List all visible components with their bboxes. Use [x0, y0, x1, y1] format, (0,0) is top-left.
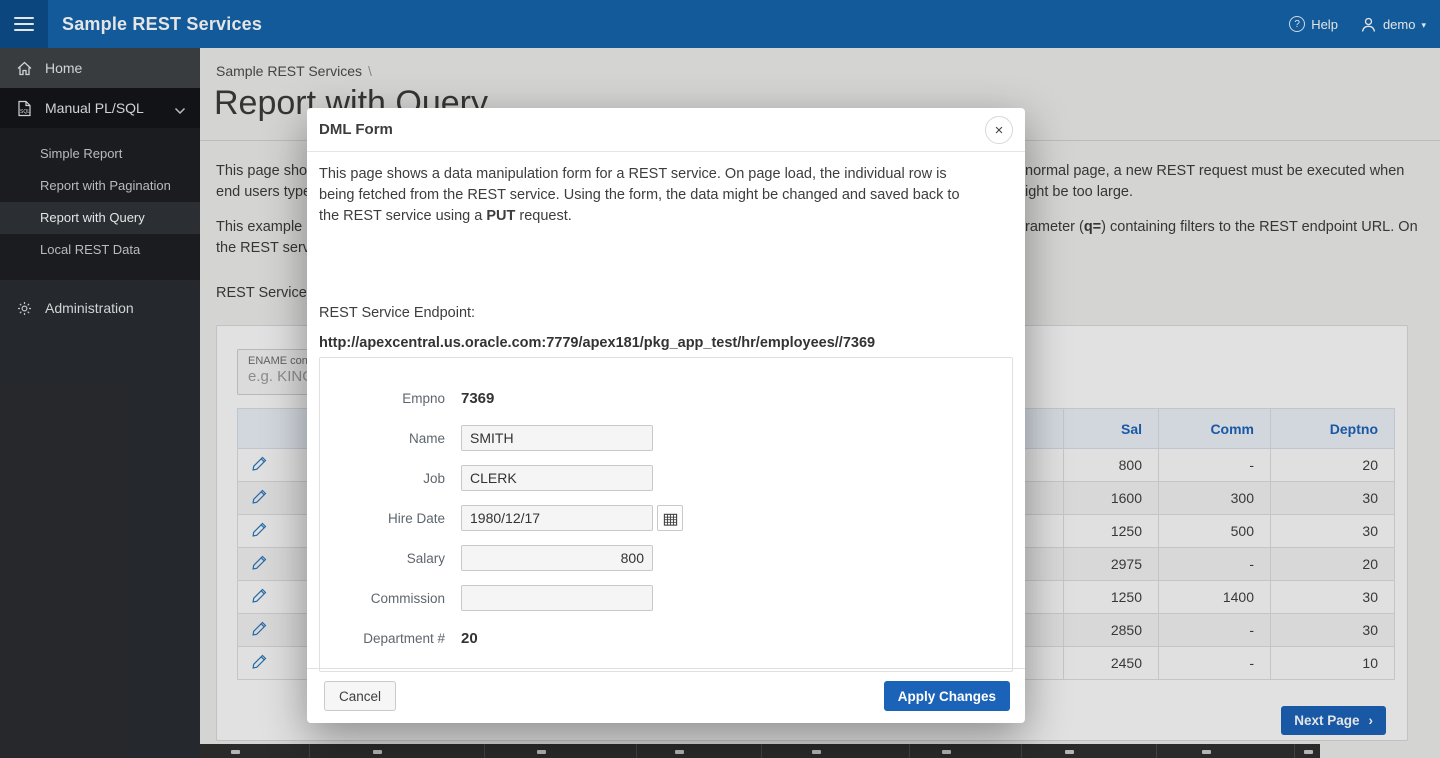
job-label: Job: [423, 470, 445, 486]
form-row-salary: Salary: [320, 538, 1012, 578]
empno-value: 7369: [461, 389, 495, 407]
form-row-name: Name: [320, 418, 1012, 458]
close-icon: ×: [994, 121, 1004, 139]
salary-field[interactable]: [461, 545, 653, 571]
hiredate-label: Hire Date: [387, 510, 445, 526]
commission-label: Commission: [370, 590, 445, 606]
cancel-button[interactable]: Cancel: [324, 681, 397, 711]
commission-field[interactable]: [461, 585, 653, 611]
deptno-value: 20: [461, 629, 478, 647]
dialog-description: This page shows a data manipulation form…: [319, 166, 960, 224]
name-label: Name: [408, 430, 445, 446]
dml-form: Empno 7369 Name Job Hire Date: [319, 357, 1013, 672]
app-window: Sample REST Services ? Help demo ▾ Home: [0, 0, 1440, 758]
apply-changes-button[interactable]: Apply Changes: [883, 681, 1010, 711]
endpoint-label: REST Service Endpoint:: [319, 305, 476, 321]
hiredate-field[interactable]: [461, 505, 653, 531]
calendar-icon: [663, 513, 677, 526]
dml-form-dialog: DML Form × This page shows a data manipu…: [307, 108, 1025, 723]
form-row-empno: Empno 7369: [320, 378, 1012, 418]
name-field[interactable]: [461, 425, 653, 451]
salary-label: Salary: [406, 550, 445, 566]
dialog-footer: Cancel Apply Changes: [307, 668, 1025, 723]
form-row-hiredate: Hire Date: [320, 498, 1012, 538]
endpoint-url: http://apexcentral.us.oracle.com:7779/ap…: [319, 335, 876, 351]
dialog-title: DML Form: [319, 121, 393, 138]
dialog-titlebar: DML Form ×: [307, 108, 1025, 152]
dialog-body: This page shows a data manipulation form…: [307, 152, 1025, 672]
form-row-job: Job: [320, 458, 1012, 498]
job-field[interactable]: [461, 465, 653, 491]
form-row-deptno: Department # 20: [320, 618, 1012, 658]
close-button[interactable]: ×: [985, 116, 1013, 144]
form-row-commission: Commission: [320, 578, 1012, 618]
empno-label: Empno: [402, 390, 445, 406]
date-picker-button[interactable]: [657, 505, 683, 531]
deptno-label: Department #: [363, 630, 445, 646]
